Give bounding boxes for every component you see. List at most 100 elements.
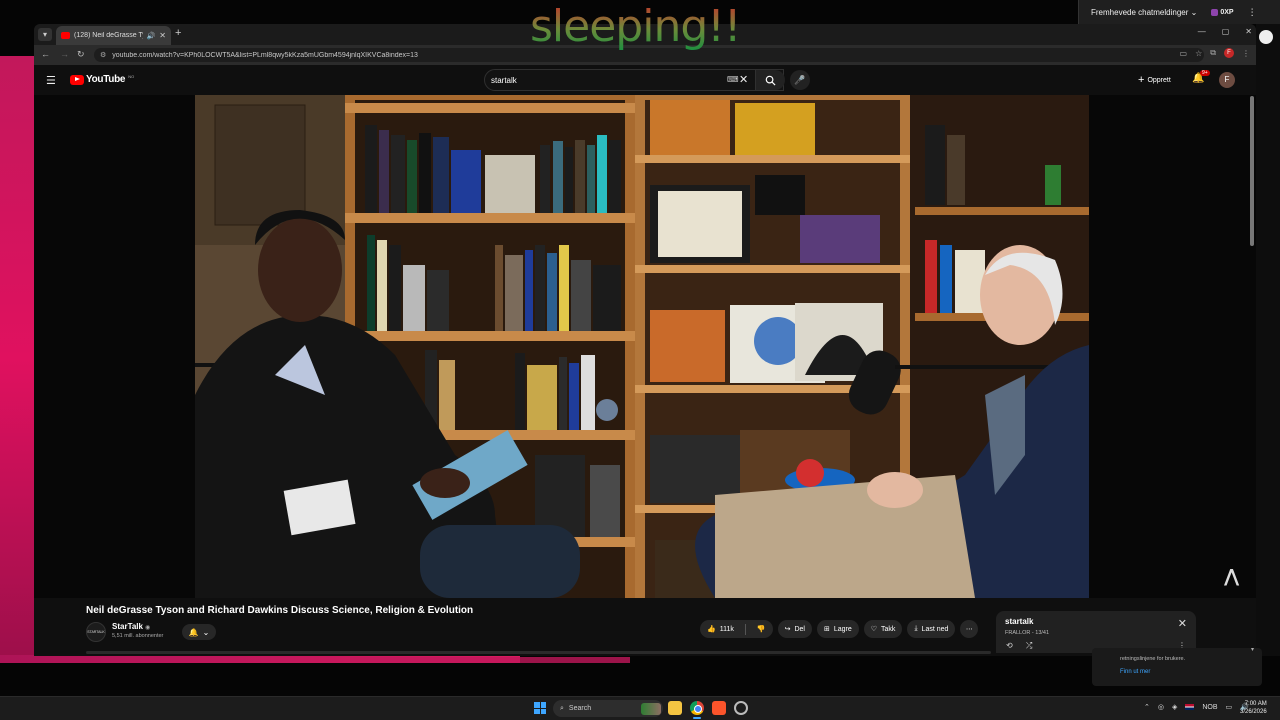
search-input[interactable] xyxy=(491,74,711,87)
youtube-logo[interactable]: YouTube NO xyxy=(70,74,134,85)
url-text: youtube.com/watch?v=KPh0LOCWT5A&list=PLm… xyxy=(112,51,418,59)
clock[interactable]: 7:00 AM 3/26/2026 xyxy=(1240,700,1267,716)
share-button[interactable]: ↪ Del xyxy=(777,620,812,638)
new-tab-icon[interactable]: + xyxy=(175,27,181,39)
network-icon[interactable]: ◎ xyxy=(1158,703,1164,711)
chat-menu-icon[interactable]: ⋮ xyxy=(1248,7,1257,18)
minimize-icon[interactable]: — xyxy=(1198,27,1206,36)
chat-notice-link[interactable]: Finn ut mer xyxy=(1120,669,1150,675)
search-button[interactable] xyxy=(755,70,785,90)
desktop: ▾ (128) Neil deGrasse Tyson a 🔊 ✕ + — ▢ … xyxy=(0,0,1280,720)
more-actions-button[interactable]: ⋯ xyxy=(960,620,979,638)
channel-name-text: StarTalk xyxy=(112,622,143,631)
chevron-up-icon[interactable]: ⌃ xyxy=(1144,703,1150,711)
save-button[interactable]: ⊞ Lagre xyxy=(816,620,859,638)
taskbar-search[interactable]: ⌕ Search xyxy=(553,700,663,717)
thumbs-down-icon: 👎 xyxy=(756,626,766,633)
like-button[interactable]: 👍 111k xyxy=(700,620,741,638)
search-icon: ⌕ xyxy=(560,704,564,712)
search-icon xyxy=(765,75,776,86)
thanks-icon: ♡ xyxy=(870,626,878,633)
share-label: Del xyxy=(794,625,805,633)
profile-icon[interactable]: F xyxy=(1224,48,1234,58)
playlist-panel: startalk FRALLOR - 13/41 ✕ ⟲ ⤮ ⋮ xyxy=(996,611,1196,653)
file-explorer-icon[interactable] xyxy=(668,701,682,715)
chrome-icon[interactable] xyxy=(690,701,704,715)
tab-youtube[interactable]: (128) Neil deGrasse Tyson a 🔊 ✕ xyxy=(56,26,171,45)
scroll-down-arrow-icon[interactable]: ▾ xyxy=(1251,646,1254,653)
points-badge[interactable]: 0XP xyxy=(1211,8,1234,16)
video-player[interactable]: ⋀ xyxy=(34,95,1256,598)
back-icon[interactable]: ← xyxy=(41,49,50,59)
close-playlist-icon[interactable]: ✕ xyxy=(1178,617,1187,630)
page-scrollbar[interactable] xyxy=(1250,96,1254,246)
create-button[interactable]: + Opprett xyxy=(1138,74,1171,86)
channel-avatar[interactable]: STARTALK xyxy=(86,622,106,642)
subscriber-count: 5,51 mill. abonnenter xyxy=(112,633,164,639)
loop-icon[interactable]: ⟲ xyxy=(1006,641,1013,650)
notification-badge: 9+ xyxy=(1200,70,1210,76)
active-app-indicator xyxy=(693,717,701,719)
video-title: Neil deGrasse Tyson and Richard Dawkins … xyxy=(86,605,474,616)
bell-icon: 🔔 xyxy=(188,627,199,637)
plus-icon: + xyxy=(1138,74,1145,86)
windows-start-icon[interactable] xyxy=(534,702,546,714)
chat-panel-edge xyxy=(1256,24,1280,656)
close-window-icon[interactable]: ✕ xyxy=(1245,27,1252,36)
dislike-button[interactable]: 👎 xyxy=(750,620,773,638)
thumbs-up-icon: 👍 xyxy=(707,626,716,633)
download-label: Last ned xyxy=(921,625,949,633)
chat-filter-dropdown[interactable]: Fremhevede chatmeldinger ⌄ xyxy=(1091,8,1197,17)
display-icon[interactable]: ▭ xyxy=(1226,703,1233,711)
playlist-title[interactable]: startalk xyxy=(1005,617,1033,626)
video-actions: 👍 111k 👎 ↪ Del ⊞ Lagre ♡ Takk ⤓ Last ned… xyxy=(700,620,979,638)
youtube-header: ☰ YouTube NO ⌨ ✕ 🎤 + Opprett 🔔 9+ F xyxy=(34,65,1256,95)
clear-search-icon[interactable]: ✕ xyxy=(739,73,748,86)
account-avatar[interactable]: F xyxy=(1219,72,1235,88)
flag-icon xyxy=(1185,704,1195,710)
clock-date: 3/26/2026 xyxy=(1240,709,1267,715)
reload-icon[interactable]: ↻ xyxy=(77,49,85,60)
taskbar: ⌕ Search ⌃ ◎ ◈ NOB ▭ 🔊 7:00 AM 3/26/2026 xyxy=(0,696,1280,720)
save-icon: ⊞ xyxy=(823,626,830,633)
extensions-icon[interactable]: ⧉ xyxy=(1210,48,1216,58)
thanks-button[interactable]: ♡ Takk xyxy=(863,620,903,638)
youtube-favicon-icon xyxy=(61,32,70,39)
video-frame xyxy=(195,95,1089,598)
shuffle-icon[interactable]: ⤮ xyxy=(1026,641,1032,651)
youtube-logo-text: YouTube xyxy=(86,74,126,85)
menu-icon[interactable]: ☰ xyxy=(46,74,56,87)
site-info-icon[interactable]: ⚙ xyxy=(100,51,106,59)
chat-user-avatar[interactable] xyxy=(1259,30,1273,44)
browser-menu-icon[interactable]: ⋮ xyxy=(1242,49,1250,58)
points-value: 0XP xyxy=(1220,8,1234,16)
chat-panel-header: Fremhevede chatmeldinger ⌄ 0XP ⋮ xyxy=(1078,0,1280,24)
forward-icon[interactable]: → xyxy=(60,49,69,59)
maximize-icon[interactable]: ▢ xyxy=(1222,27,1230,36)
search-box: ⌨ ✕ xyxy=(484,69,785,91)
more-horizontal-icon: ⋯ xyxy=(965,626,973,633)
language-indicator[interactable]: NOB xyxy=(1202,704,1217,711)
youtube-region: NO xyxy=(128,74,135,79)
speaker-icon[interactable]: 🔊 xyxy=(147,32,156,40)
video-thumbnail-illustration xyxy=(195,95,1089,598)
chat-notice: retningslinjene for brukere. Finn ut mer xyxy=(1092,648,1262,686)
keyboard-icon[interactable]: ⌨ xyxy=(727,75,739,84)
chat-filter-label: Fremhevede chatmeldinger xyxy=(1091,7,1189,17)
startalk-watermark-icon: ⋀ xyxy=(1224,566,1240,586)
bookmark-star-icon[interactable]: ☆ xyxy=(1195,49,1202,58)
like-dislike-group: 👍 111k 👎 xyxy=(700,620,773,638)
tab-search-icon[interactable]: ▾ xyxy=(38,28,52,41)
install-app-icon[interactable]: ▭ xyxy=(1180,49,1188,58)
app-icon[interactable] xyxy=(734,701,748,715)
channel-name[interactable]: StarTalk ◉ xyxy=(112,622,150,631)
system-tray: ⌃ ◎ ◈ NOB ▭ 🔊 xyxy=(1144,703,1249,712)
thanks-label: Takk xyxy=(881,625,896,633)
search-highlight-image xyxy=(641,702,661,715)
voice-search-icon[interactable]: 🎤 xyxy=(790,70,810,90)
close-tab-icon[interactable]: ✕ xyxy=(159,31,166,40)
brave-icon[interactable] xyxy=(712,701,726,715)
app-tray-icon[interactable]: ◈ xyxy=(1172,703,1177,711)
subscription-bell-button[interactable]: 🔔 ⌄ xyxy=(182,624,216,640)
download-button[interactable]: ⤓ Last ned xyxy=(907,620,956,638)
